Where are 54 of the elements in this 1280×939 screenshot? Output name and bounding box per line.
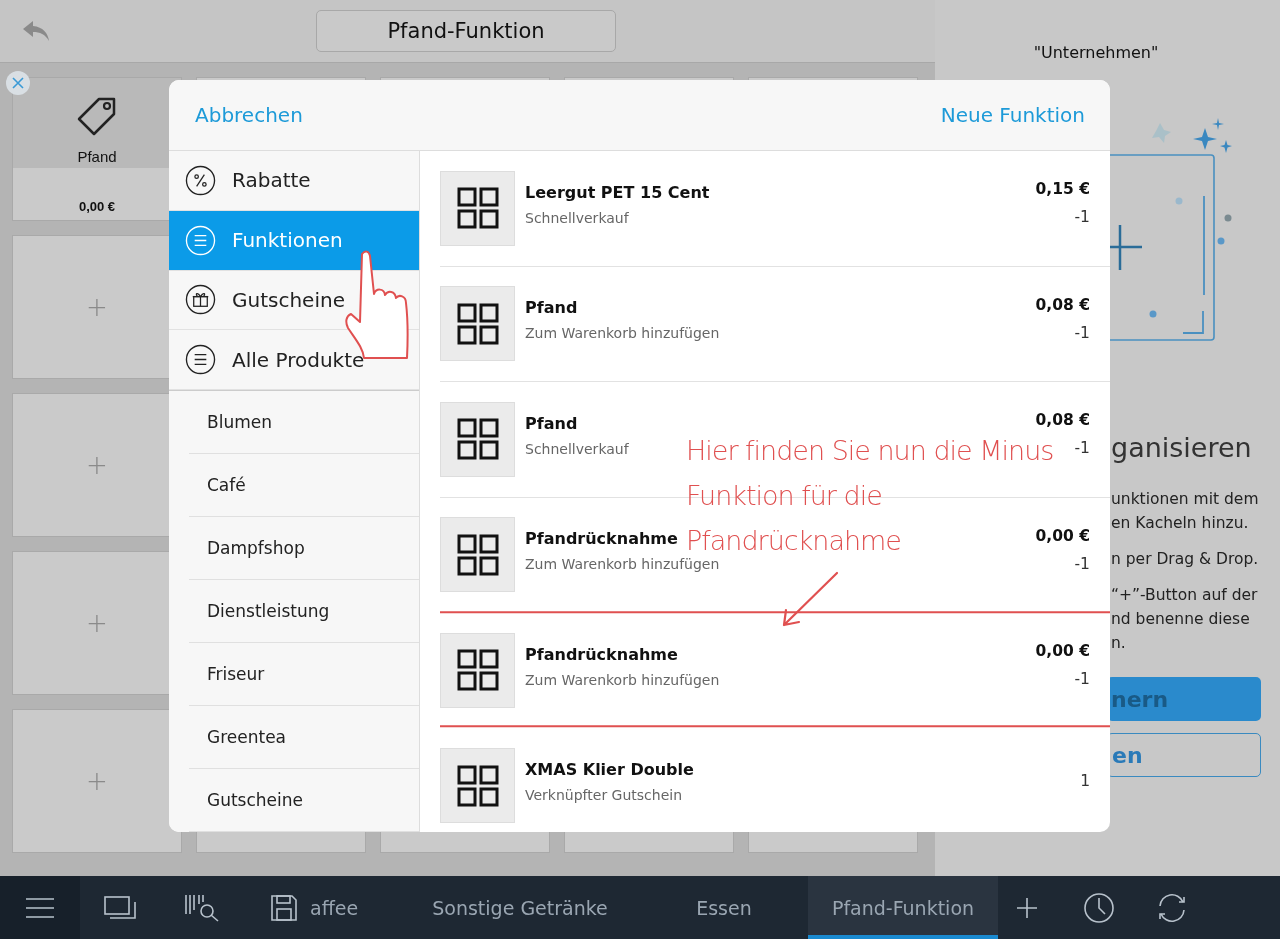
add-tile-plus: + bbox=[86, 450, 108, 480]
function-name: Leergut PET 15 Cent bbox=[525, 182, 710, 202]
function-name: Pfand bbox=[525, 298, 578, 318]
panel-text: en Kacheln hinzu. bbox=[1111, 513, 1250, 534]
category-tab[interactable]: Pfand-Funktion bbox=[808, 876, 998, 939]
group-item[interactable]: Dampfshop bbox=[189, 517, 419, 580]
panel-text: nd benenne diese bbox=[1111, 609, 1251, 630]
tile-name: Pfand bbox=[77, 148, 117, 165]
category-tab[interactable]: Sonstige Getränke bbox=[400, 876, 640, 939]
category-tab[interactable]: affee bbox=[310, 876, 400, 939]
group-item[interactable]: Greentea bbox=[189, 706, 419, 769]
function-type: Schnellverkauf bbox=[525, 440, 629, 457]
category-item[interactable]: Rabatte bbox=[169, 151, 419, 211]
group-item[interactable]: Gutscheine bbox=[189, 769, 419, 832]
category-item[interactable]: Funktionen bbox=[169, 210, 419, 271]
tile[interactable]: Pfand 0,00 € bbox=[12, 77, 182, 221]
annotation-text: Funktion für die bbox=[686, 479, 883, 513]
function-quantity: -1 bbox=[1074, 554, 1090, 573]
group-item[interactable]: Dienstleistung bbox=[189, 580, 419, 643]
add-tile-plus: + bbox=[86, 766, 108, 796]
function-price: 0,08 € bbox=[1035, 411, 1090, 430]
page-title[interactable]: Pfand-Funktion bbox=[316, 10, 616, 52]
function-quantity: 1 bbox=[1080, 771, 1090, 790]
function-name: Pfandrücknahme bbox=[525, 644, 678, 664]
function-type: Schnellverkauf bbox=[525, 209, 629, 226]
panel-text: unktionen mit dem bbox=[1111, 489, 1259, 510]
function-price: 0,00 € bbox=[1035, 526, 1090, 545]
group-item[interactable]: Blumen bbox=[189, 391, 419, 454]
function-name: XMAS Klier Double bbox=[525, 760, 694, 780]
function-type: Zum Warenkorb hinzufügen bbox=[525, 325, 720, 342]
category-tab[interactable]: Essen bbox=[640, 876, 808, 939]
function-quantity: -1 bbox=[1074, 323, 1090, 342]
function-name: Pfandrücknahme bbox=[525, 529, 678, 549]
add-tile-plus: + bbox=[86, 608, 108, 638]
panel-text: n per Drag & Drop. bbox=[1111, 549, 1259, 570]
add-tile-plus: + bbox=[86, 292, 108, 322]
group-item[interactable]: Friseur bbox=[189, 643, 419, 706]
panel-heading: "Unternehmen" bbox=[1032, 43, 1160, 62]
function-type: Zum Warenkorb hinzufügen bbox=[525, 556, 720, 573]
function-price: 0,15 € bbox=[1035, 180, 1090, 199]
function-price: 0,00 € bbox=[1035, 642, 1090, 661]
group-item[interactable]: Café bbox=[189, 454, 419, 517]
function-quantity: -1 bbox=[1074, 208, 1090, 227]
function-quantity: -1 bbox=[1074, 439, 1090, 458]
function-type: Zum Warenkorb hinzufügen bbox=[525, 671, 720, 688]
annotation-text: Hier finden Sie nun die Minus bbox=[686, 434, 1054, 468]
tile-price: 0,00 € bbox=[78, 199, 116, 214]
panel-title: ganisieren bbox=[1111, 432, 1252, 463]
panel-text: “+”-Button auf der bbox=[1111, 585, 1259, 606]
function-type: Verknüpfter Gutschein bbox=[525, 787, 683, 804]
function-quantity: -1 bbox=[1074, 670, 1090, 689]
panel-text: n. bbox=[1111, 633, 1127, 654]
function-price: 0,08 € bbox=[1035, 295, 1090, 314]
function-name: Pfand bbox=[525, 413, 578, 433]
